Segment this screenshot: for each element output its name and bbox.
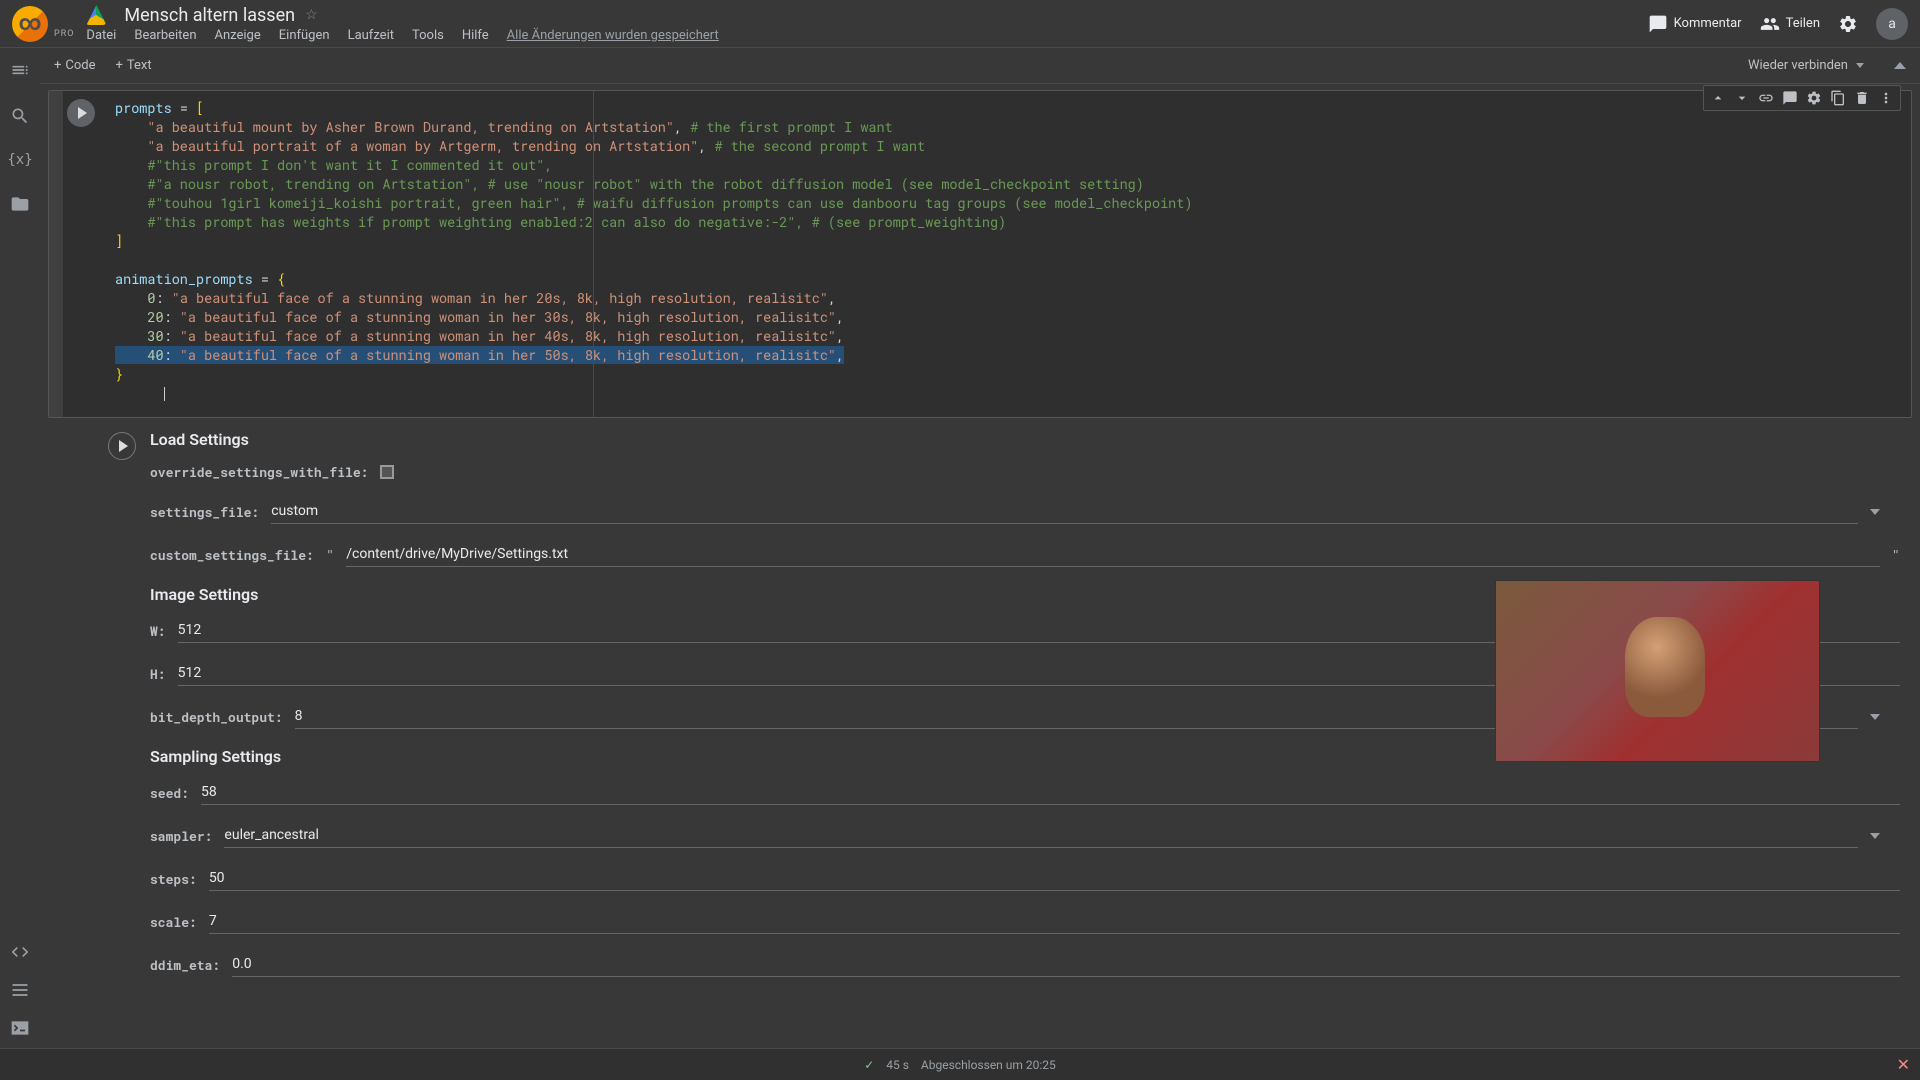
settings-file-select[interactable] <box>271 499 1858 524</box>
text-cursor <box>164 387 165 401</box>
menu-hilfe[interactable]: Hilfe <box>462 28 489 43</box>
caret-down-icon <box>1856 63 1864 68</box>
bit-depth-label: bit_depth_output: <box>150 708 283 726</box>
settings-file-label: settings_file: <box>150 503 259 521</box>
steps-label: steps: <box>150 870 197 888</box>
pro-badge: PRO <box>54 29 74 39</box>
code-editor[interactable]: prompts = [ "a beautiful mount by Asher … <box>63 91 1911 417</box>
settings-icon[interactable] <box>1838 14 1858 34</box>
code-snippets-icon[interactable] <box>10 942 30 962</box>
override-label: override_settings_with_file: <box>150 463 368 481</box>
section-heading: Load Settings <box>150 430 1900 449</box>
search-icon[interactable] <box>10 106 30 126</box>
star-icon[interactable]: ☆ <box>305 7 318 23</box>
execution-time: 45 s <box>886 1058 909 1072</box>
completion-status: Abgeschlossen um 20:25 <box>921 1058 1056 1072</box>
reconnect-button[interactable]: Wieder verbinden <box>1748 58 1864 73</box>
steps-input[interactable] <box>209 866 1900 891</box>
code-cell[interactable]: prompts = [ "a beautiful mount by Asher … <box>48 90 1912 418</box>
menu-bar: Datei Bearbeiten Anzeige Einfügen Laufze… <box>86 26 1647 43</box>
run-cell-button[interactable] <box>108 432 136 460</box>
sampler-select[interactable] <box>224 823 1858 848</box>
scale-label: scale: <box>150 913 197 931</box>
user-avatar[interactable]: a <box>1876 8 1908 40</box>
add-code-button[interactable]: +Code <box>54 58 96 73</box>
menu-datei[interactable]: Datei <box>86 28 116 43</box>
quote-close: " <box>1892 545 1900 564</box>
custom-file-label: custom_settings_file: <box>150 546 314 564</box>
editor-ruler <box>593 91 594 417</box>
colab-logo <box>12 6 48 42</box>
menu-laufzeit[interactable]: Laufzeit <box>348 28 394 43</box>
seed-input[interactable] <box>201 780 1900 805</box>
teilen-button[interactable]: Teilen <box>1760 14 1820 34</box>
toolbar: +Code +Text Wieder verbinden <box>40 48 1920 84</box>
toc-icon[interactable] <box>10 60 30 80</box>
ddim-label: ddim_eta: <box>150 956 220 974</box>
notebook-content: prompts = [ "a beautiful mount by Asher … <box>40 84 1920 1048</box>
menu-einfuegen[interactable]: Einfügen <box>279 28 330 43</box>
header-bar: PRO Mensch altern lassen ☆ Datei Bearbei… <box>0 0 1920 48</box>
close-status-icon[interactable]: ✕ <box>1897 1055 1910 1074</box>
seed-label: seed: <box>150 784 189 802</box>
custom-file-input[interactable] <box>346 542 1879 567</box>
menu-anzeige[interactable]: Anzeige <box>215 28 261 43</box>
override-checkbox[interactable] <box>380 465 394 479</box>
ddim-input[interactable] <box>232 952 1900 977</box>
add-text-button[interactable]: +Text <box>116 58 152 73</box>
collapse-icon[interactable] <box>1894 62 1906 69</box>
dropdown-icon[interactable] <box>1870 833 1880 839</box>
scale-input[interactable] <box>209 909 1900 934</box>
cell-gutter <box>49 91 63 417</box>
variables-icon[interactable]: {x} <box>7 152 32 168</box>
webcam-overlay <box>1495 580 1820 762</box>
command-palette-icon[interactable] <box>10 980 30 1000</box>
left-sidebar: {x} <box>0 48 40 1048</box>
status-bar: ✓ 45 s Abgeschlossen um 20:25 ✕ <box>0 1048 1920 1080</box>
menu-tools[interactable]: Tools <box>412 28 444 43</box>
dropdown-icon[interactable] <box>1870 509 1880 515</box>
drive-icon <box>86 5 106 25</box>
w-label: W: <box>150 622 166 640</box>
sampler-label: sampler: <box>150 827 212 845</box>
check-icon: ✓ <box>864 1058 874 1072</box>
h-label: H: <box>150 665 166 683</box>
folder-icon[interactable] <box>10 194 30 214</box>
quote-open: " <box>326 545 334 564</box>
save-status[interactable]: Alle Änderungen wurden gespeichert <box>507 28 719 43</box>
kommentar-button[interactable]: Kommentar <box>1648 14 1742 34</box>
terminal-icon[interactable] <box>10 1018 30 1038</box>
comment-icon <box>1648 14 1668 34</box>
play-icon <box>119 440 128 452</box>
dropdown-icon[interactable] <box>1870 714 1880 720</box>
document-title[interactable]: Mensch altern lassen <box>124 5 295 26</box>
menu-bearbeiten[interactable]: Bearbeiten <box>134 28 196 43</box>
share-icon <box>1760 14 1780 34</box>
